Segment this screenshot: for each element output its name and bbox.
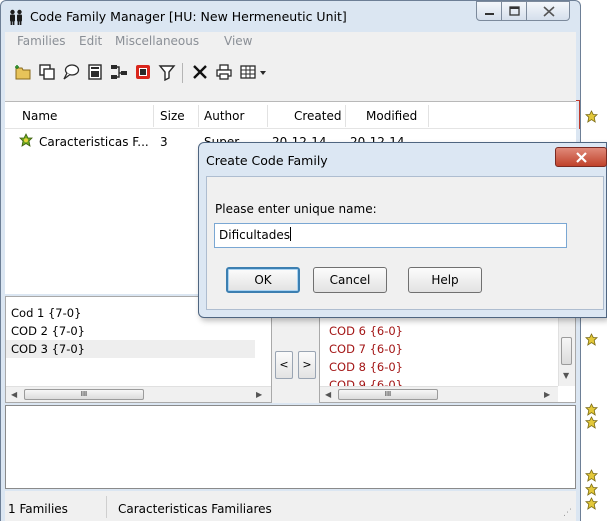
family-manager-icon (8, 9, 24, 25)
family-name-input[interactable]: Dificultades (214, 223, 567, 248)
minimize-icon (485, 13, 494, 15)
red-square-icon[interactable] (134, 63, 152, 81)
new-family-icon[interactable] (14, 63, 32, 81)
remove-from-family-button[interactable]: > (298, 351, 316, 379)
scroll-left-icon[interactable]: ◀ (325, 390, 331, 399)
list-item[interactable]: COD 6 {6-0} (324, 322, 403, 340)
code-family-icon (585, 469, 598, 482)
horizontal-scrollbar[interactable]: ◀ III ▶ (6, 386, 271, 402)
scroll-thumb[interactable]: III (24, 389, 144, 400)
dialog-close-button[interactable] (555, 147, 607, 167)
family-size: 3 (160, 135, 168, 149)
status-divider (106, 496, 107, 518)
code-family-icon (585, 403, 598, 416)
list-item[interactable]: COD 3 {7-0} (6, 340, 255, 358)
scroll-right-icon[interactable]: ▶ (544, 390, 550, 399)
toolbar-separator (182, 63, 183, 83)
close-icon (543, 6, 555, 17)
help-button[interactable]: Help (408, 267, 482, 293)
column-header-author[interactable]: Author (204, 109, 244, 123)
add-to-family-button[interactable]: < (275, 351, 293, 379)
status-bar: 1 Families Caracteristicas Familiares ⋰ (5, 491, 576, 521)
code-family-icon (585, 110, 598, 123)
text-caret (289, 227, 291, 241)
print-icon[interactable] (215, 63, 233, 81)
ok-button[interactable]: OK (226, 267, 300, 293)
column-divider[interactable] (345, 105, 346, 127)
copy-icon[interactable] (38, 63, 56, 81)
dialog-title: Create Code Family (206, 153, 328, 168)
scroll-thumb[interactable]: III (338, 389, 438, 400)
family-name-value: Dificultades (219, 228, 290, 242)
menu-view[interactable]: View (224, 34, 252, 48)
maximize-button[interactable] (501, 1, 527, 21)
scroll-left-icon[interactable]: ◀ (11, 390, 17, 399)
delete-icon[interactable] (191, 63, 209, 81)
title-bar[interactable]: Code Family Manager [HU: New Hermeneutic… (0, 0, 581, 32)
close-button[interactable] (526, 1, 570, 21)
list-item[interactable]: COD 2 {7-0} (6, 322, 255, 340)
horizontal-scrollbar[interactable]: ◀ III ▶ (320, 386, 558, 402)
code-family-icon (585, 416, 598, 429)
window-title: Code Family Manager [HU: New Hermeneutic… (30, 9, 347, 24)
minimize-button[interactable] (476, 1, 502, 21)
network-icon[interactable] (110, 63, 128, 81)
column-divider[interactable] (198, 105, 199, 127)
cancel-button[interactable]: Cancel (313, 267, 387, 293)
dialog-body: Please enter unique name: Dificultades O… (206, 176, 604, 310)
close-icon (576, 152, 587, 163)
scroll-down-icon[interactable]: ▼ (563, 371, 569, 380)
scroll-thumb[interactable] (561, 337, 572, 365)
scroll-right-icon[interactable]: ▶ (256, 390, 262, 399)
toolbar (5, 51, 576, 101)
comment-editor[interactable] (5, 405, 576, 489)
code-family-icon (585, 483, 598, 496)
filter-icon[interactable] (158, 63, 176, 82)
column-header-created[interactable]: Created (294, 109, 342, 123)
grid-dropdown-icon[interactable] (239, 63, 269, 81)
status-family-count: 1 Families (8, 502, 68, 516)
column-divider[interactable] (153, 105, 154, 127)
menu-bar: Families Edit Miscellaneous View (5, 32, 576, 51)
status-selected-family: Caracteristicas Familiares (118, 502, 272, 516)
list-item[interactable]: COD 7 {6-0} (324, 340, 403, 358)
code-family-icon (585, 333, 598, 346)
name-prompt-label: Please enter unique name: (215, 202, 377, 216)
menu-edit[interactable]: Edit (79, 34, 102, 48)
code-family-icon (585, 497, 598, 510)
comment-icon[interactable] (62, 63, 80, 81)
properties-icon[interactable] (86, 63, 104, 81)
column-header-size[interactable]: Size (160, 109, 185, 123)
column-divider[interactable] (267, 105, 268, 127)
code-family-icon (19, 133, 33, 147)
column-header-name[interactable]: Name (22, 109, 57, 123)
column-divider[interactable] (428, 105, 429, 127)
maximize-icon (509, 6, 520, 16)
list-item[interactable]: COD 8 {6-0} (324, 358, 403, 376)
create-code-family-dialog: Create Code Family Please enter unique n… (198, 142, 607, 318)
menu-miscellaneous[interactable]: Miscellaneous (115, 34, 199, 48)
menu-families[interactable]: Families (17, 34, 65, 48)
resize-grip-icon[interactable]: ⋰ (563, 508, 572, 518)
column-header-modified[interactable]: Modified (366, 109, 417, 123)
family-name: Caracteristicas F... (39, 135, 149, 149)
